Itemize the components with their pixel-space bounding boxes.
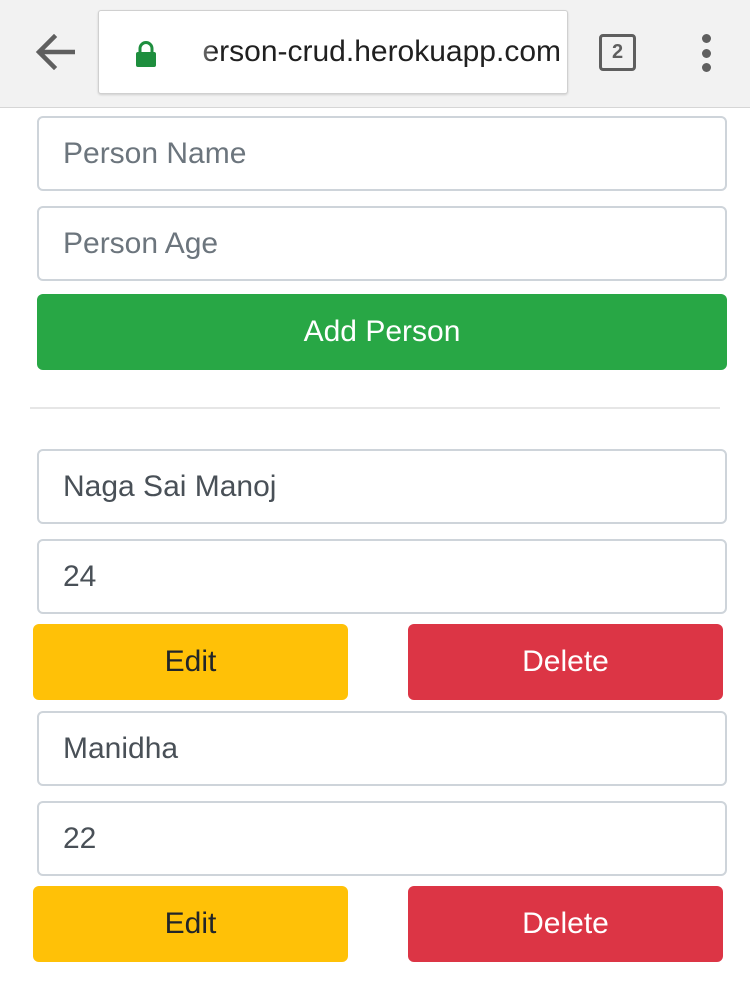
add-person-button[interactable]: Add Person bbox=[37, 294, 727, 370]
person-age-field[interactable] bbox=[37, 801, 727, 876]
person-age-input[interactable] bbox=[37, 206, 727, 281]
browser-toolbar: erson-crud.herokuapp.com 2 bbox=[0, 0, 750, 108]
person-name-field[interactable] bbox=[37, 449, 727, 524]
address-bar[interactable]: erson-crud.herokuapp.com bbox=[98, 10, 568, 94]
menu-dot-icon bbox=[701, 63, 711, 72]
delete-button[interactable]: Delete bbox=[408, 624, 723, 700]
edit-button[interactable]: Edit bbox=[33, 886, 348, 962]
menu-dot-icon bbox=[701, 34, 711, 43]
menu-dot-icon bbox=[701, 48, 711, 58]
url-text: erson-crud.herokuapp.com bbox=[202, 35, 561, 68]
overflow-menu-button[interactable] bbox=[690, 30, 722, 76]
back-button[interactable] bbox=[30, 29, 80, 75]
person-name-field[interactable] bbox=[37, 711, 727, 786]
person-age-field[interactable] bbox=[37, 539, 727, 614]
arrow-left-icon bbox=[35, 34, 75, 70]
delete-button[interactable]: Delete bbox=[408, 886, 723, 962]
tab-count: 2 bbox=[611, 41, 624, 63]
tab-switcher-button[interactable]: 2 bbox=[599, 34, 636, 71]
lock-icon bbox=[136, 41, 156, 67]
edit-button[interactable]: Edit bbox=[33, 624, 348, 700]
person-name-input[interactable] bbox=[37, 116, 727, 191]
divider bbox=[30, 407, 720, 409]
